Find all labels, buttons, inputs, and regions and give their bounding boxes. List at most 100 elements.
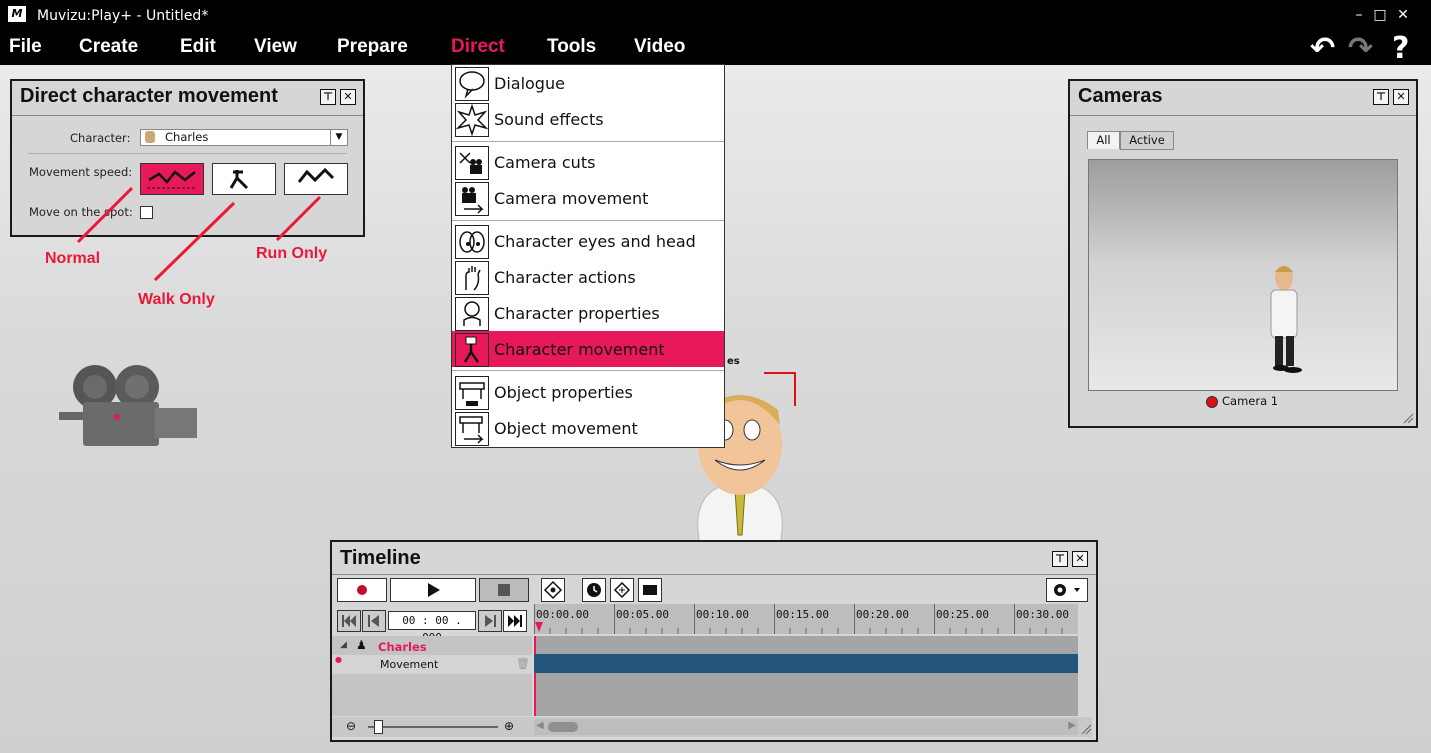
annotation-run-only: Run Only [256,245,328,262]
object-properties-icon [455,376,489,410]
person-icon: ♟ [356,638,367,652]
menu-item-label: Dialogue [494,74,565,93]
annotation-line-walk [153,201,236,282]
menu-item-label: Camera movement [494,189,649,208]
menu-separator [452,370,724,371]
horizontal-scrollbar[interactable]: ◀ ▶ [534,719,1078,735]
menu-item-camera-movement[interactable]: Camera movement [452,180,724,216]
playhead-line [534,636,536,716]
menu-video[interactable]: Video [634,36,685,58]
menu-item-label: Object properties [494,383,633,402]
scroll-right-icon[interactable]: ▶ [1068,720,1076,731]
annotation-normal: Normal [45,250,101,267]
close-panel-icon[interactable]: ✕ [1393,89,1409,105]
menu-item-label: Character eyes and head [494,232,696,251]
direct-dropdown-menu: Dialogue Sound effects Camera cuts Camer… [451,64,725,448]
timing-button[interactable] [582,578,606,602]
step-back-button[interactable] [362,610,386,632]
scene-camera-prop[interactable] [55,362,205,452]
zoom-out-icon[interactable]: ⊖ [346,719,356,733]
tab-all[interactable]: All [1087,131,1120,149]
camera-move-icon [455,182,489,216]
menu-direct[interactable]: Direct [451,36,505,58]
panel-title: Timeline [340,547,421,569]
play-button[interactable] [390,578,476,602]
menu-item-character-actions[interactable]: Character actions [452,259,724,295]
selection-frame-corner [764,372,796,406]
menu-item-label: Character properties [494,304,660,323]
track-marker-icon: ● [335,655,342,664]
camera-name[interactable]: Camera 1 [1222,394,1278,408]
menu-item-object-properties[interactable]: Object properties [452,374,724,410]
resize-grip-icon[interactable] [1402,412,1414,424]
object-move-icon [455,412,489,446]
restore-icon[interactable]: □ [1371,6,1389,24]
annotation-line-run [275,195,322,242]
camera-preview-character [1270,266,1302,373]
gear-icon [1054,584,1080,596]
menu-item-character-movement[interactable]: Character movement [452,331,724,367]
stop-button[interactable] [479,578,529,602]
character-properties-icon [455,297,489,331]
menu-item-camera-cuts[interactable]: Camera cuts [452,144,724,180]
zoom-bar: ⊖ ⊕ ◀ ▶ [332,717,1092,737]
menu-item-character-properties[interactable]: Character properties [452,295,724,331]
track-character-name[interactable]: Charles [378,640,427,654]
menu-item-label: Camera cuts [494,153,596,172]
ruler-minor-ticks [549,628,1063,634]
track-area[interactable] [534,636,1078,716]
close-icon[interactable]: ✕ [1394,6,1412,24]
collapse-icon[interactable]: ◢ [340,640,347,650]
resize-grip-icon[interactable] [1080,723,1092,735]
track-labels: ◢ ♟ Charles ● Movement 🗑 [332,636,532,716]
step-forward-button[interactable] [478,610,502,632]
menu-tools[interactable]: Tools [547,36,596,58]
minimize-icon[interactable]: – [1350,6,1368,24]
add-keyframe-button[interactable] [610,578,634,602]
scrollbar-thumb[interactable] [548,722,578,732]
menu-separator [452,141,724,142]
annotation-arrows [76,186,322,282]
zoom-slider-track[interactable] [368,726,498,728]
playhead-marker-icon[interactable] [534,620,544,634]
redo-icon[interactable]: ↷ [1348,34,1373,64]
pin-icon[interactable]: ⊤ [1373,89,1389,105]
help-icon[interactable]: ? [1392,34,1409,64]
settings-button[interactable] [1046,578,1088,602]
time-input[interactable]: 00 : 00 . 000 [388,611,476,644]
pin-icon[interactable]: ⊤ [1052,551,1068,567]
speech-bubble-icon [455,67,489,101]
tab-active[interactable]: Active [1120,131,1174,150]
menu-item-dialogue[interactable]: Dialogue [452,65,724,101]
menu-item-sound-effects[interactable]: Sound effects [452,101,724,137]
cameras-panel: Cameras ⊤ ✕ All Active Camera 1 [1068,79,1418,428]
timeline-panel: Timeline ⊤ ✕ 00 : 00 . 000 00:00.00 [330,540,1098,742]
zoom-in-icon[interactable]: ⊕ [504,719,514,733]
screen-button[interactable] [638,578,662,602]
close-panel-icon[interactable]: ✕ [1072,551,1088,567]
panel-title: Cameras [1078,85,1163,107]
menu-item-character-eyes-and-head[interactable]: Character eyes and head [452,223,724,259]
camera-preview[interactable] [1088,159,1398,391]
timeline-ruler[interactable]: 00:00.00 00:05.00 00:10.00 00:15.00 00:2… [534,604,1078,634]
scroll-left-icon[interactable]: ◀ [536,720,544,731]
keyframe-button[interactable] [541,578,565,602]
record-button[interactable] [337,578,387,602]
trash-icon[interactable]: 🗑 [516,657,530,670]
walking-character-icon [455,333,489,367]
zoom-slider-handle[interactable] [374,720,383,734]
menu-item-label: Sound effects [494,110,604,129]
track-name: Movement [380,658,439,671]
scene-character-tag: es [727,356,740,367]
eyes-icon [455,225,489,259]
movement-track-row[interactable]: ● Movement 🗑 [332,655,532,674]
menu-item-label: Character movement [494,340,665,359]
jump-to-start-button[interactable] [337,610,361,632]
movement-track-bar[interactable] [534,654,1078,673]
menu-separator [452,220,724,221]
menu-item-label: Character actions [494,268,636,287]
jump-to-end-button[interactable] [503,610,527,632]
camera-cut-icon [455,146,489,180]
menu-item-object-movement[interactable]: Object movement [452,410,724,446]
undo-icon[interactable]: ↶ [1310,34,1335,64]
